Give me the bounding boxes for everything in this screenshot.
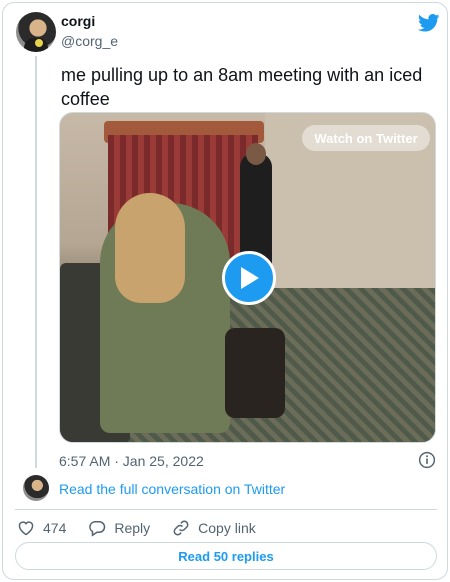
divider	[15, 509, 437, 510]
thread-line	[35, 56, 37, 468]
author-avatar-small	[23, 475, 49, 501]
reply-button[interactable]: Reply	[88, 520, 150, 537]
watch-on-twitter-button[interactable]: Watch on Twitter	[302, 125, 430, 151]
twitter-bird-icon[interactable]	[418, 14, 440, 32]
read-full-conversation-link[interactable]: Read the full conversation on Twitter	[59, 481, 285, 497]
like-button[interactable]: 474	[17, 520, 66, 536]
tweet-text: me pulling up to an 8am meeting with an …	[61, 65, 423, 109]
heart-icon	[18, 521, 34, 536]
author-avatar[interactable]	[16, 12, 56, 52]
info-icon[interactable]	[418, 451, 436, 469]
play-button[interactable]	[222, 251, 276, 305]
reply-label: Reply	[114, 520, 151, 536]
read-replies-button[interactable]: Read 50 replies	[15, 542, 437, 570]
play-icon	[241, 267, 259, 289]
tweet-actions: 474 Reply Copy link	[17, 517, 278, 539]
copy-link-button[interactable]: Copy link	[172, 519, 256, 537]
tweet-timestamp[interactable]: 6:57 AM · Jan 25, 2022	[59, 453, 204, 469]
link-icon	[173, 520, 189, 536]
video-player[interactable]: Watch on Twitter	[59, 112, 436, 443]
author-handle[interactable]: @corg_e	[61, 33, 118, 49]
tweet-card: corgi @corg_e me pulling up to an 8am me…	[2, 2, 448, 580]
like-count: 474	[43, 520, 67, 536]
author-display-name[interactable]: corgi	[61, 13, 95, 29]
reply-icon	[89, 520, 106, 537]
copy-link-label: Copy link	[198, 520, 256, 536]
